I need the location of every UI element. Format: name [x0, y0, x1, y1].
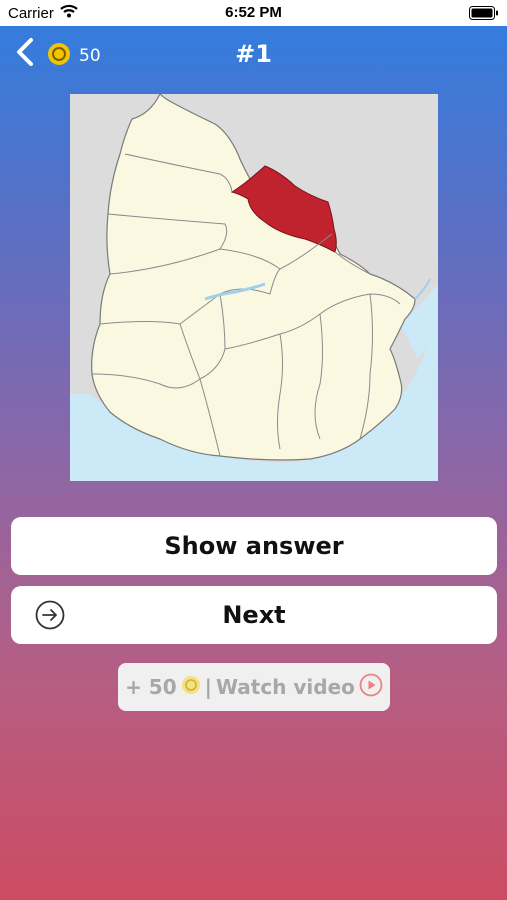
- battery-icon: [469, 6, 499, 24]
- quiz-map: [70, 94, 438, 481]
- arrow-circle-right-icon: [35, 600, 65, 636]
- next-label: Next: [222, 601, 286, 629]
- next-button[interactable]: Next: [11, 586, 497, 644]
- show-answer-label: Show answer: [164, 532, 344, 560]
- show-answer-button[interactable]: Show answer: [11, 517, 497, 575]
- status-time: 6:52 PM: [225, 4, 282, 21]
- page-title: #1: [235, 40, 272, 68]
- reward-separator: |: [204, 675, 212, 699]
- status-bar: Carrier 6:52 PM: [0, 0, 507, 26]
- coin-icon: [181, 675, 201, 700]
- play-circle-icon: [359, 673, 383, 702]
- watch-video-label: Watch video: [215, 675, 355, 699]
- reward-amount: + 50: [125, 675, 177, 699]
- watch-video-button[interactable]: + 50 | Watch video: [118, 663, 390, 711]
- nav-bar: 50 #1: [0, 26, 507, 82]
- uruguay-map: [70, 94, 438, 481]
